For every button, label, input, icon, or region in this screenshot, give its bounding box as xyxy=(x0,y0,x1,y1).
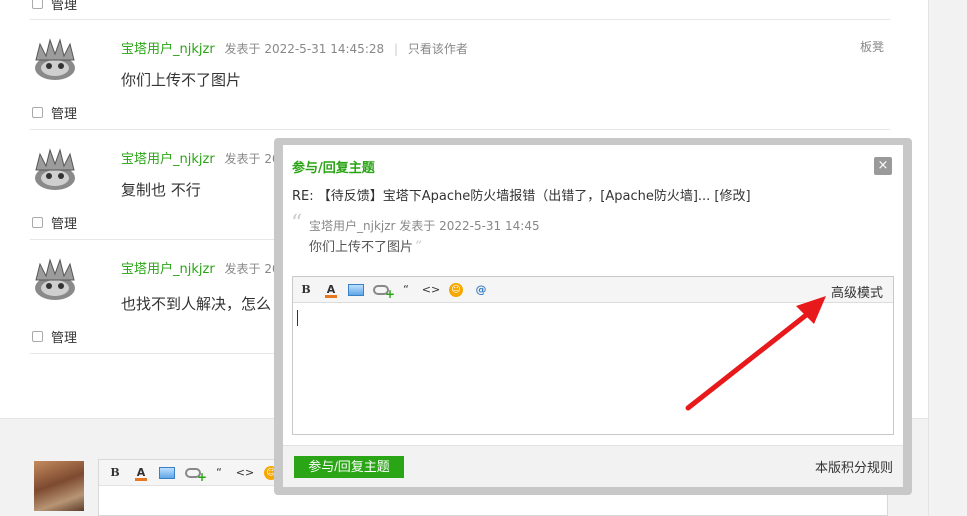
quoted-post-meta: 宝塔用户_njkjzr 发表于 2022-5-31 14:45 xyxy=(309,219,540,233)
post-divider xyxy=(30,129,890,130)
floor-label: 板凳 xyxy=(860,40,885,54)
quote-close-mark: ” xyxy=(415,239,423,255)
manage-checkbox-row[interactable]: 管理 xyxy=(32,327,77,346)
reply-subject: RE: 【待反馈】宝塔下Apache防火墙报错（出错了，[Apache防火墙].… xyxy=(292,189,751,204)
reply-textarea[interactable] xyxy=(293,303,893,434)
post-content: 你们上传不了图片 xyxy=(121,71,242,89)
mention-icon[interactable]: @ xyxy=(473,282,489,298)
user-avatar[interactable] xyxy=(30,38,80,82)
dialog-footer: 参与/回复主题 本版积分规则 xyxy=(283,445,903,487)
submit-reply-button[interactable]: 参与/回复主题 xyxy=(294,456,404,478)
bold-icon[interactable]: B xyxy=(298,282,314,298)
text-caret xyxy=(297,310,298,326)
post-time: 发表于 2022-5-31 14:45:28 xyxy=(224,42,385,56)
manage-label: 管理 xyxy=(51,0,78,13)
post-author-link[interactable]: 宝塔用户_njkjzr xyxy=(121,42,215,57)
code-icon[interactable]: <> xyxy=(422,282,440,298)
post-content: 复制也 不行 xyxy=(121,181,201,199)
manage-checkbox-row-top[interactable]: 管理 xyxy=(32,0,77,13)
post-author-link[interactable]: 宝塔用户_njkjzr xyxy=(121,152,215,167)
manage-checkbox[interactable] xyxy=(32,107,43,118)
emoji-face-icon: ☺ xyxy=(449,282,463,297)
advanced-mode-link[interactable]: 高级模式 xyxy=(831,282,883,301)
post-divider xyxy=(30,19,890,20)
manage-checkbox-row[interactable]: 管理 xyxy=(32,213,77,232)
editor-toolbar: B A “ <> ☺ @ 高级模式 xyxy=(293,277,893,303)
link-icon[interactable] xyxy=(373,282,395,301)
current-user-avatar[interactable] xyxy=(34,461,84,511)
bold-icon[interactable]: B xyxy=(107,465,123,481)
reply-dialog: 参与/回复主题 × RE: 【待反馈】宝塔下Apache防火墙报错（出错了，[A… xyxy=(283,145,903,487)
post-meta: 宝塔用户_njkjzr 发表于 202 xyxy=(121,258,287,277)
quote-open-mark: “ xyxy=(291,211,303,236)
close-icon[interactable]: × xyxy=(874,157,892,175)
font-color-icon[interactable]: A xyxy=(133,465,149,481)
image-icon[interactable] xyxy=(159,465,175,481)
user-avatar[interactable] xyxy=(30,148,80,192)
post-meta: 宝塔用户_njkjzr 发表于 2022-5-31 14:45:28 | 只看该… xyxy=(121,38,468,57)
quoted-content: 你们上传不了图片 xyxy=(309,240,414,255)
post-meta: 宝塔用户_njkjzr 发表于 202 xyxy=(121,148,287,167)
credit-rules-link[interactable]: 本版积分规则 xyxy=(815,457,893,476)
manage-checkbox[interactable] xyxy=(32,331,43,342)
manage-checkbox[interactable] xyxy=(32,217,43,228)
manage-label: 管理 xyxy=(51,107,78,122)
right-gutter xyxy=(928,0,967,516)
user-avatar[interactable] xyxy=(30,258,80,302)
font-color-icon[interactable]: A xyxy=(323,282,339,298)
image-icon[interactable] xyxy=(348,282,364,298)
dialog-title: 参与/回复主题 xyxy=(292,161,375,176)
post-author-link[interactable]: 宝塔用户_njkjzr xyxy=(121,262,215,277)
quote-icon[interactable]: “ xyxy=(398,282,414,298)
manage-label: 管理 xyxy=(51,217,78,232)
emoji-icon[interactable]: ☺ xyxy=(448,282,464,298)
code-icon[interactable]: <> xyxy=(236,465,254,481)
post-content: 也找不到人解决，怎么 xyxy=(121,295,272,313)
only-author-link[interactable]: 只看该作者 xyxy=(408,42,468,56)
reply-editor: B A “ <> ☺ @ 高级模式 xyxy=(292,276,894,435)
link-icon[interactable] xyxy=(185,465,207,484)
quote-icon[interactable]: “ xyxy=(211,465,227,481)
quoted-post-text: 你们上传不了图片” xyxy=(309,236,422,255)
meta-separator: | xyxy=(393,42,399,56)
manage-label: 管理 xyxy=(51,331,78,346)
manage-checkbox-row[interactable]: 管理 xyxy=(32,103,77,122)
manage-checkbox[interactable] xyxy=(32,0,43,9)
